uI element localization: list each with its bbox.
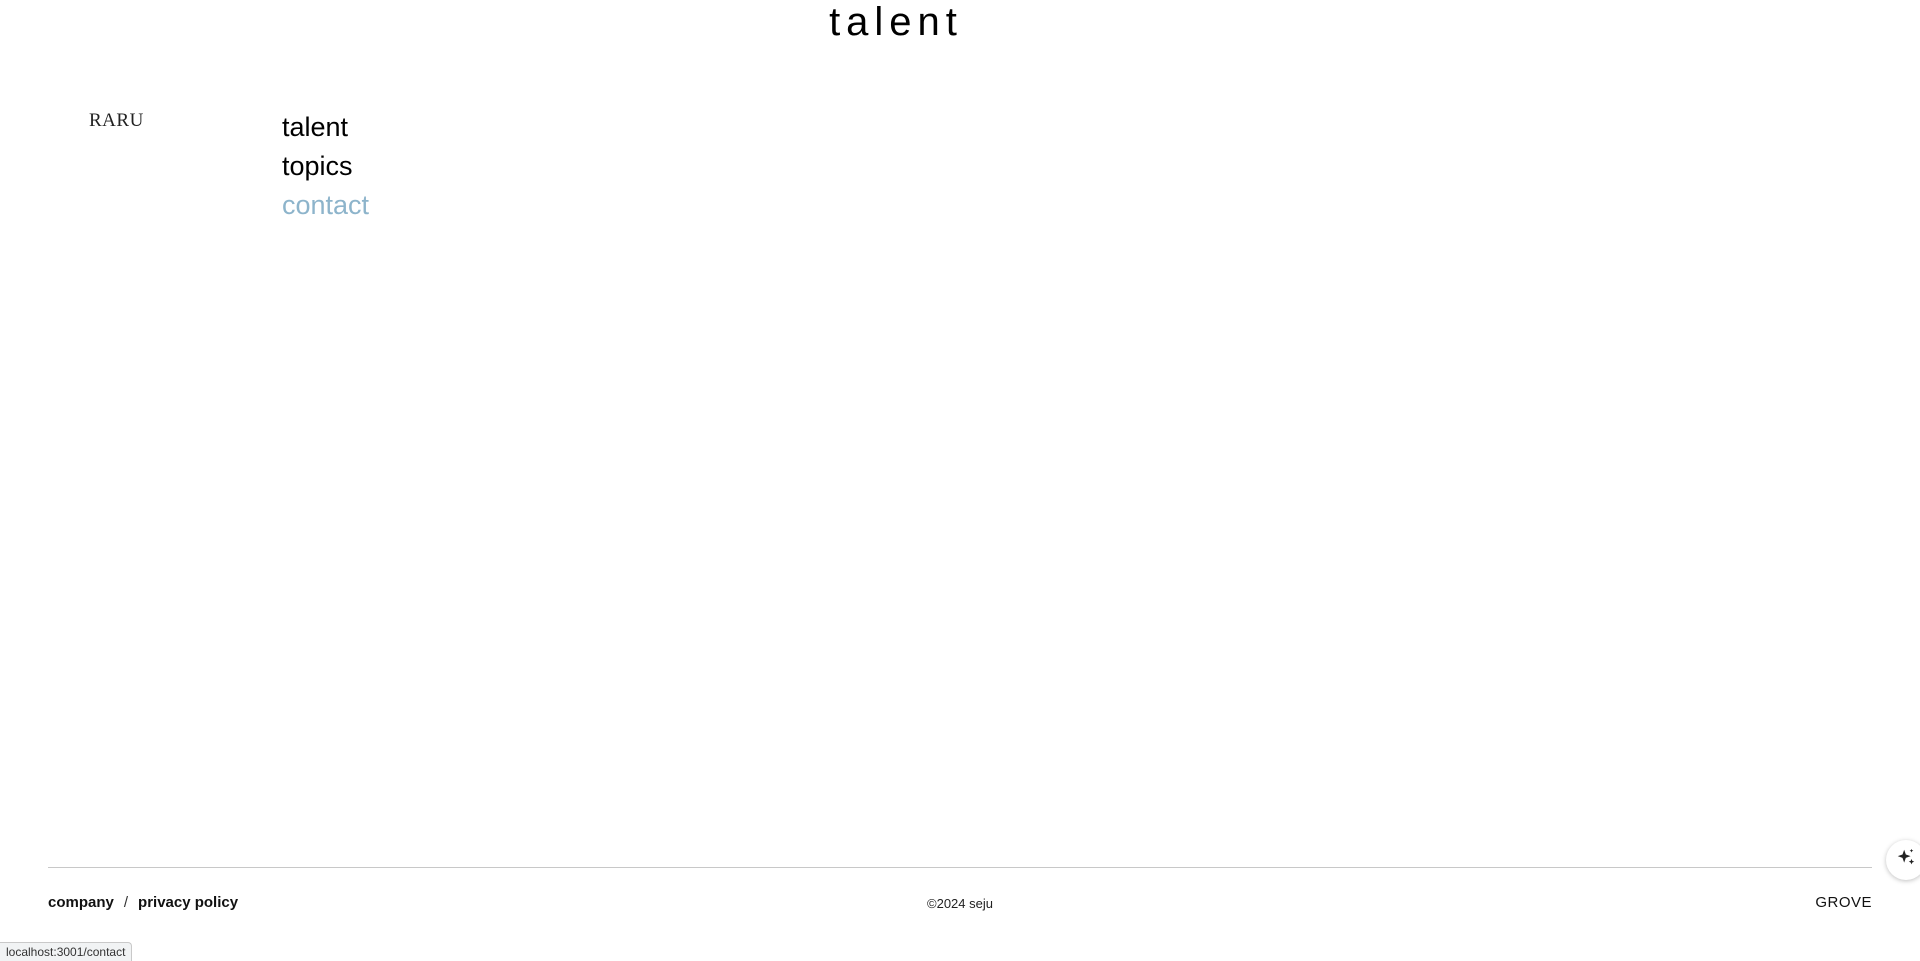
main-nav: talent topics contact	[282, 108, 369, 225]
footer-divider	[48, 867, 1872, 868]
copyright: ©2024 seju	[927, 896, 993, 911]
sparkle-icon	[1895, 847, 1917, 874]
status-bar-url: localhost:3001/contact	[0, 942, 133, 961]
page: talent RARU talent topics contact compan…	[0, 0, 1920, 961]
nav-item-talent[interactable]: talent	[282, 108, 369, 147]
assistant-button[interactable]	[1886, 840, 1920, 880]
brand-logo[interactable]: RARU	[89, 110, 144, 132]
nav-item-contact[interactable]: contact	[282, 186, 369, 225]
nav-item-topics[interactable]: topics	[282, 147, 369, 186]
footer-brand-link[interactable]: GROVE	[1815, 894, 1872, 911]
page-title: talent	[829, 0, 963, 44]
